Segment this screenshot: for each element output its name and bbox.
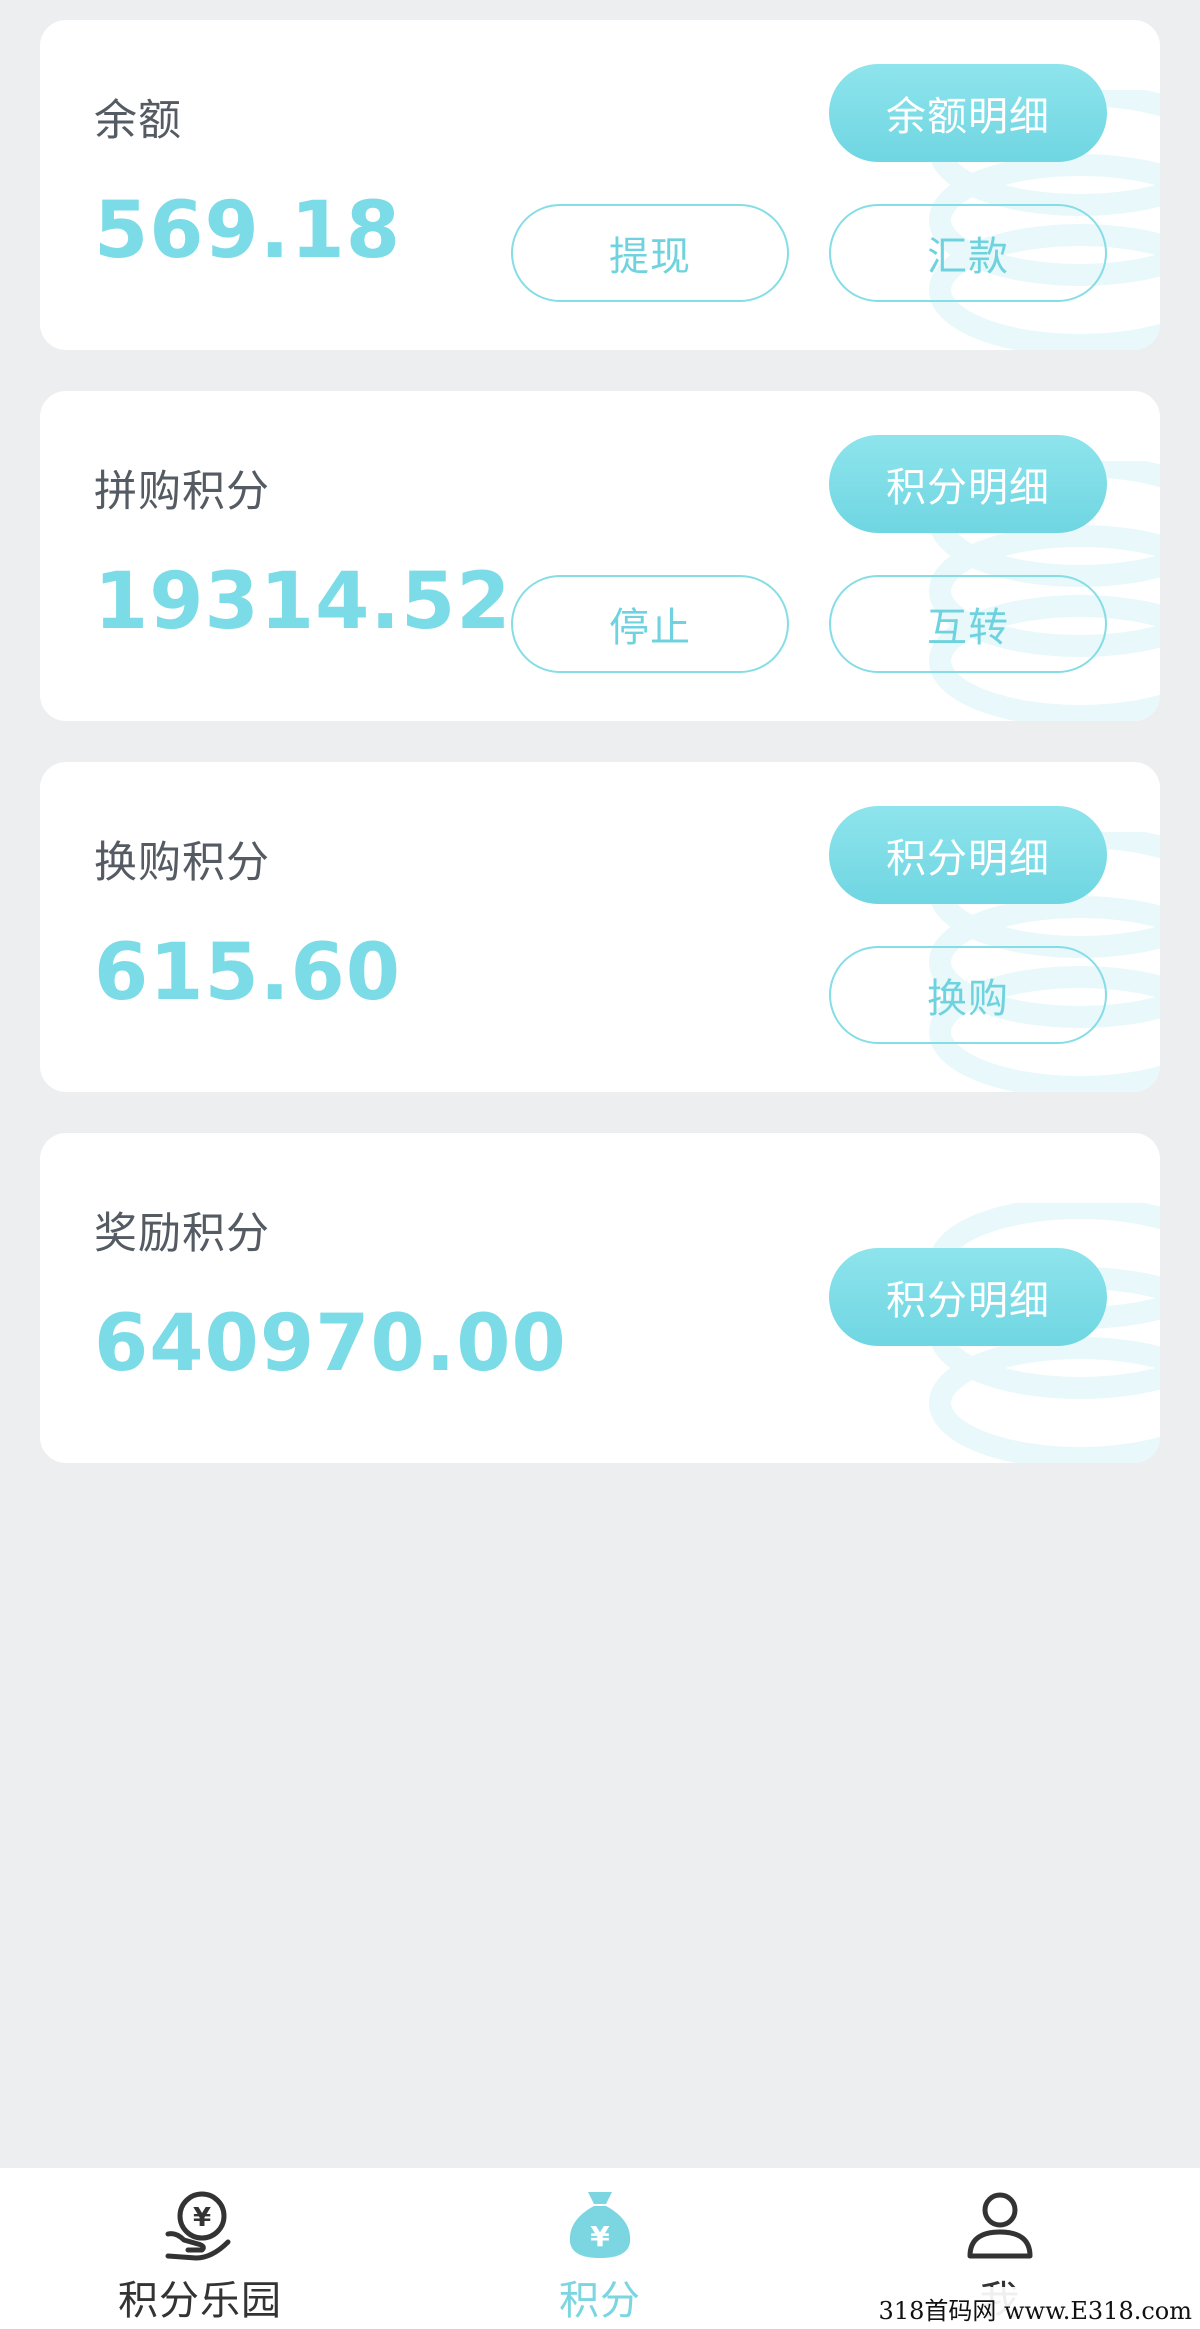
stop-button[interactable]: 停止	[511, 575, 789, 673]
group-buy-points-card: 拼购积分 19314.52 积分明细 停止 互转	[40, 391, 1160, 721]
exchange-button[interactable]: 换购	[829, 946, 1107, 1044]
tab-points-park[interactable]: ¥ 积分乐园	[0, 2168, 400, 2329]
points-detail-button[interactable]: 积分明细	[829, 806, 1107, 904]
withdraw-button[interactable]: 提现	[511, 204, 789, 302]
balance-detail-button[interactable]: 余额明细	[829, 64, 1107, 162]
points-detail-button[interactable]: 积分明细	[829, 435, 1107, 533]
watermark: 318首码网 www.E318.com	[870, 2287, 1200, 2329]
tab-points[interactable]: ¥ 积分	[400, 2168, 800, 2329]
balance-label: 余额	[94, 96, 182, 146]
balance-card: 余额 569.18 余额明细 提现 汇款	[40, 20, 1160, 350]
tab-points-label: 积分	[559, 2278, 641, 2324]
user-icon	[967, 2192, 1033, 2259]
tab-points-park-label: 积分乐园	[118, 2278, 282, 2324]
group-buy-points-amount: 19314.52	[94, 557, 512, 647]
svg-text:¥: ¥	[590, 2220, 610, 2253]
exchange-points-label: 换购积分	[94, 838, 270, 888]
money-bag-icon: ¥	[569, 2192, 631, 2258]
transfer-button[interactable]: 互转	[829, 575, 1107, 673]
balance-amount: 569.18	[94, 186, 401, 276]
group-buy-points-label: 拼购积分	[94, 467, 270, 517]
exchange-points-card: 换购积分 615.60 积分明细 换购	[40, 762, 1160, 1092]
reward-points-card: 奖励积分 640970.00 积分明细	[40, 1133, 1160, 1463]
hand-coin-icon: ¥	[165, 2191, 231, 2261]
reward-points-label: 奖励积分	[94, 1209, 270, 1259]
svg-text:¥: ¥	[193, 2203, 211, 2233]
points-detail-button[interactable]: 积分明细	[829, 1248, 1107, 1346]
points-page: 余额 569.18 余额明细 提现 汇款 拼购积分 19314.52 积分明细 …	[0, 0, 1200, 2329]
reward-points-amount: 640970.00	[94, 1299, 567, 1389]
remit-button[interactable]: 汇款	[829, 204, 1107, 302]
exchange-points-amount: 615.60	[94, 928, 401, 1018]
